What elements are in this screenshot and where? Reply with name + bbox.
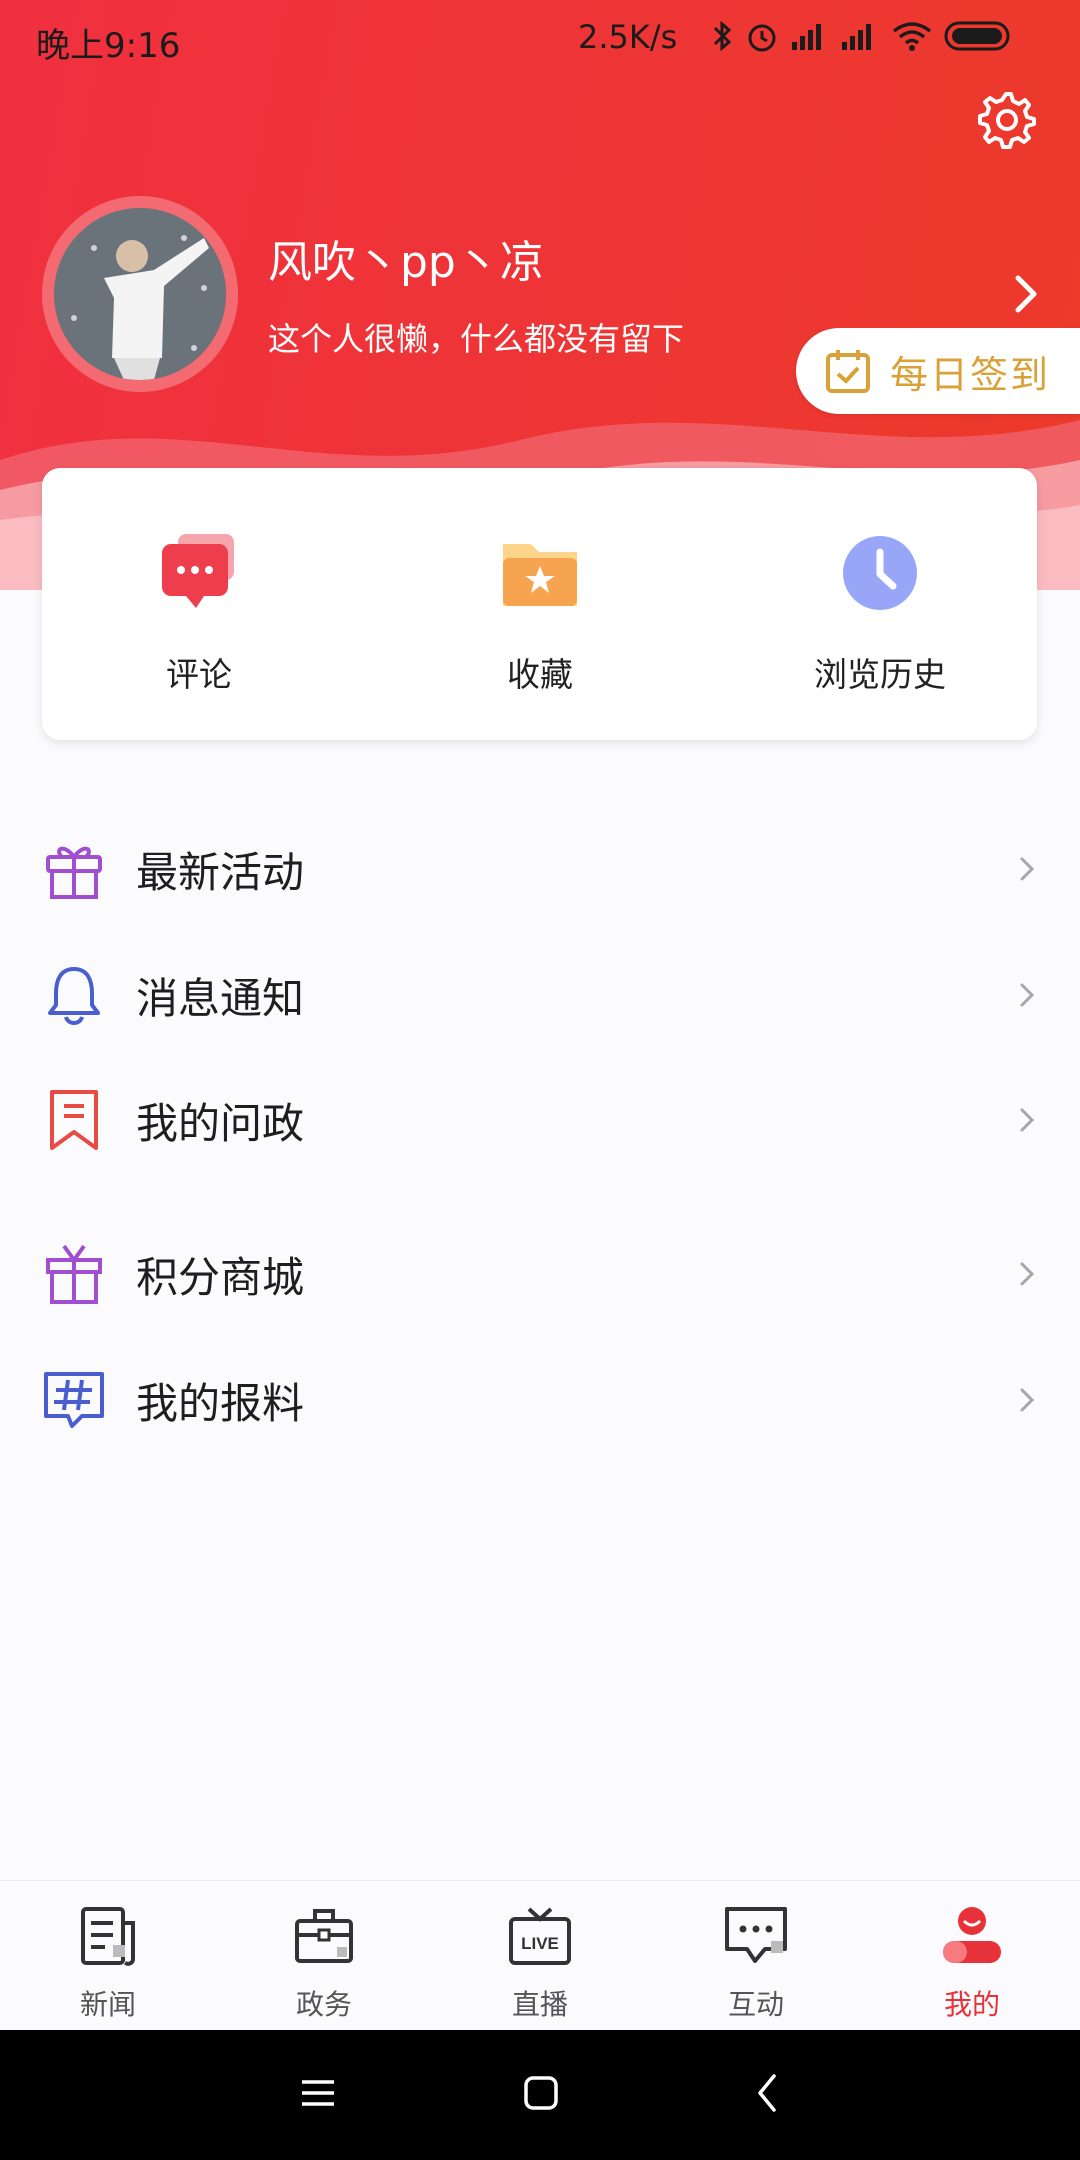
status-icons xyxy=(710,18,1014,54)
live-tv-icon: LIVE xyxy=(509,1907,571,1965)
status-time: 晚上9:16 xyxy=(36,26,181,66)
bell-icon xyxy=(48,967,100,1025)
quick-action-history[interactable]: 浏览历史 xyxy=(770,528,990,696)
nav-label: 政务 xyxy=(295,1988,352,2021)
avatar-image xyxy=(54,208,226,380)
present-icon xyxy=(46,1244,102,1304)
nav-tab-me[interactable]: 我的 xyxy=(902,1903,1042,2023)
briefcase-icon xyxy=(295,1909,353,1963)
quick-action-label: 浏览历史 xyxy=(814,655,946,694)
quick-action-label: 评论 xyxy=(166,655,232,694)
menu-item-label: 积分商城 xyxy=(136,1252,305,1302)
nav-label: 我的 xyxy=(943,1988,1000,2021)
chevron-right-icon xyxy=(1020,1108,1035,1132)
menu-icon[interactable] xyxy=(298,2070,338,2116)
clock-icon xyxy=(843,536,917,610)
user-bio: 这个人很懒，什么都没有留下 xyxy=(268,320,685,358)
gift-icon xyxy=(46,846,102,899)
nav-tab-government[interactable]: 政务 xyxy=(254,1903,394,2023)
calendar-check-icon xyxy=(826,350,870,393)
nav-label: 直播 xyxy=(511,1988,568,2021)
menu-item-points-mall[interactable]: 积分商城 xyxy=(0,1214,1080,1334)
settings-gear-icon[interactable] xyxy=(975,88,1037,150)
menu-item-label: 我的报料 xyxy=(136,1378,305,1428)
bluetooth-icon xyxy=(713,20,732,52)
menu-item-label: 消息通知 xyxy=(136,973,305,1023)
nav-tab-news[interactable]: 新闻 xyxy=(38,1903,178,2023)
network-speed: 2.5K/s xyxy=(578,18,678,56)
menu-item-my-inquiries[interactable]: 我的问政 xyxy=(0,1060,1080,1180)
signal-icon xyxy=(792,24,821,50)
news-icon xyxy=(81,1907,135,1966)
quick-action-favorites[interactable]: 收藏 xyxy=(430,528,650,696)
back-icon[interactable] xyxy=(752,2070,782,2116)
bookmark-icon xyxy=(50,1090,98,1150)
system-navigation-bar xyxy=(0,2030,1080,2160)
nav-tab-interaction[interactable]: 互动 xyxy=(686,1903,826,2023)
menu-item-notifications[interactable]: 消息通知 xyxy=(0,935,1080,1055)
menu-item-my-reports[interactable]: 我的报料 xyxy=(0,1340,1080,1460)
bottom-navigation: 新闻 政务 LIVE 直播 互动 我的 xyxy=(0,1880,1080,2031)
folder-star-icon xyxy=(503,544,577,606)
menu-item-label: 我的问政 xyxy=(136,1098,305,1148)
avatar[interactable] xyxy=(42,196,238,392)
chat-icon xyxy=(725,1907,787,1963)
nav-label: 互动 xyxy=(727,1988,784,2021)
checkin-label: 每日签到 xyxy=(890,352,1051,397)
home-icon[interactable] xyxy=(518,2070,564,2116)
quick-action-label: 收藏 xyxy=(507,655,573,694)
chevron-right-icon xyxy=(1020,857,1035,881)
chevron-right-icon xyxy=(1020,1262,1035,1286)
battery-icon xyxy=(944,21,1010,51)
nav-label: 新闻 xyxy=(79,1988,136,2021)
nav-tab-live[interactable]: LIVE 直播 xyxy=(470,1903,610,2023)
comment-icon xyxy=(162,534,234,608)
me-icon xyxy=(943,1907,1001,1963)
menu-item-label: 最新活动 xyxy=(136,847,305,897)
wifi-icon xyxy=(892,22,932,51)
chevron-right-icon[interactable] xyxy=(1008,272,1044,316)
status-bar: 晚上9:16 2.5K/s xyxy=(0,0,1080,76)
chevron-right-icon xyxy=(1020,1388,1035,1412)
svg-text:LIVE: LIVE xyxy=(521,1934,559,1953)
signal-2-icon xyxy=(842,24,871,50)
username[interactable]: 风吹丶pp丶凉 xyxy=(268,226,544,290)
menu-item-latest-activities[interactable]: 最新活动 xyxy=(0,809,1080,929)
alarm-icon xyxy=(748,24,776,52)
quick-action-comments[interactable]: 评论 xyxy=(89,528,309,696)
chevron-right-icon xyxy=(1020,983,1035,1007)
hashtag-chat-icon xyxy=(44,1372,104,1428)
daily-checkin-button[interactable]: 每日签到 xyxy=(796,328,1080,414)
quick-actions-card: 评论 收藏 浏览历史 xyxy=(42,468,1037,740)
